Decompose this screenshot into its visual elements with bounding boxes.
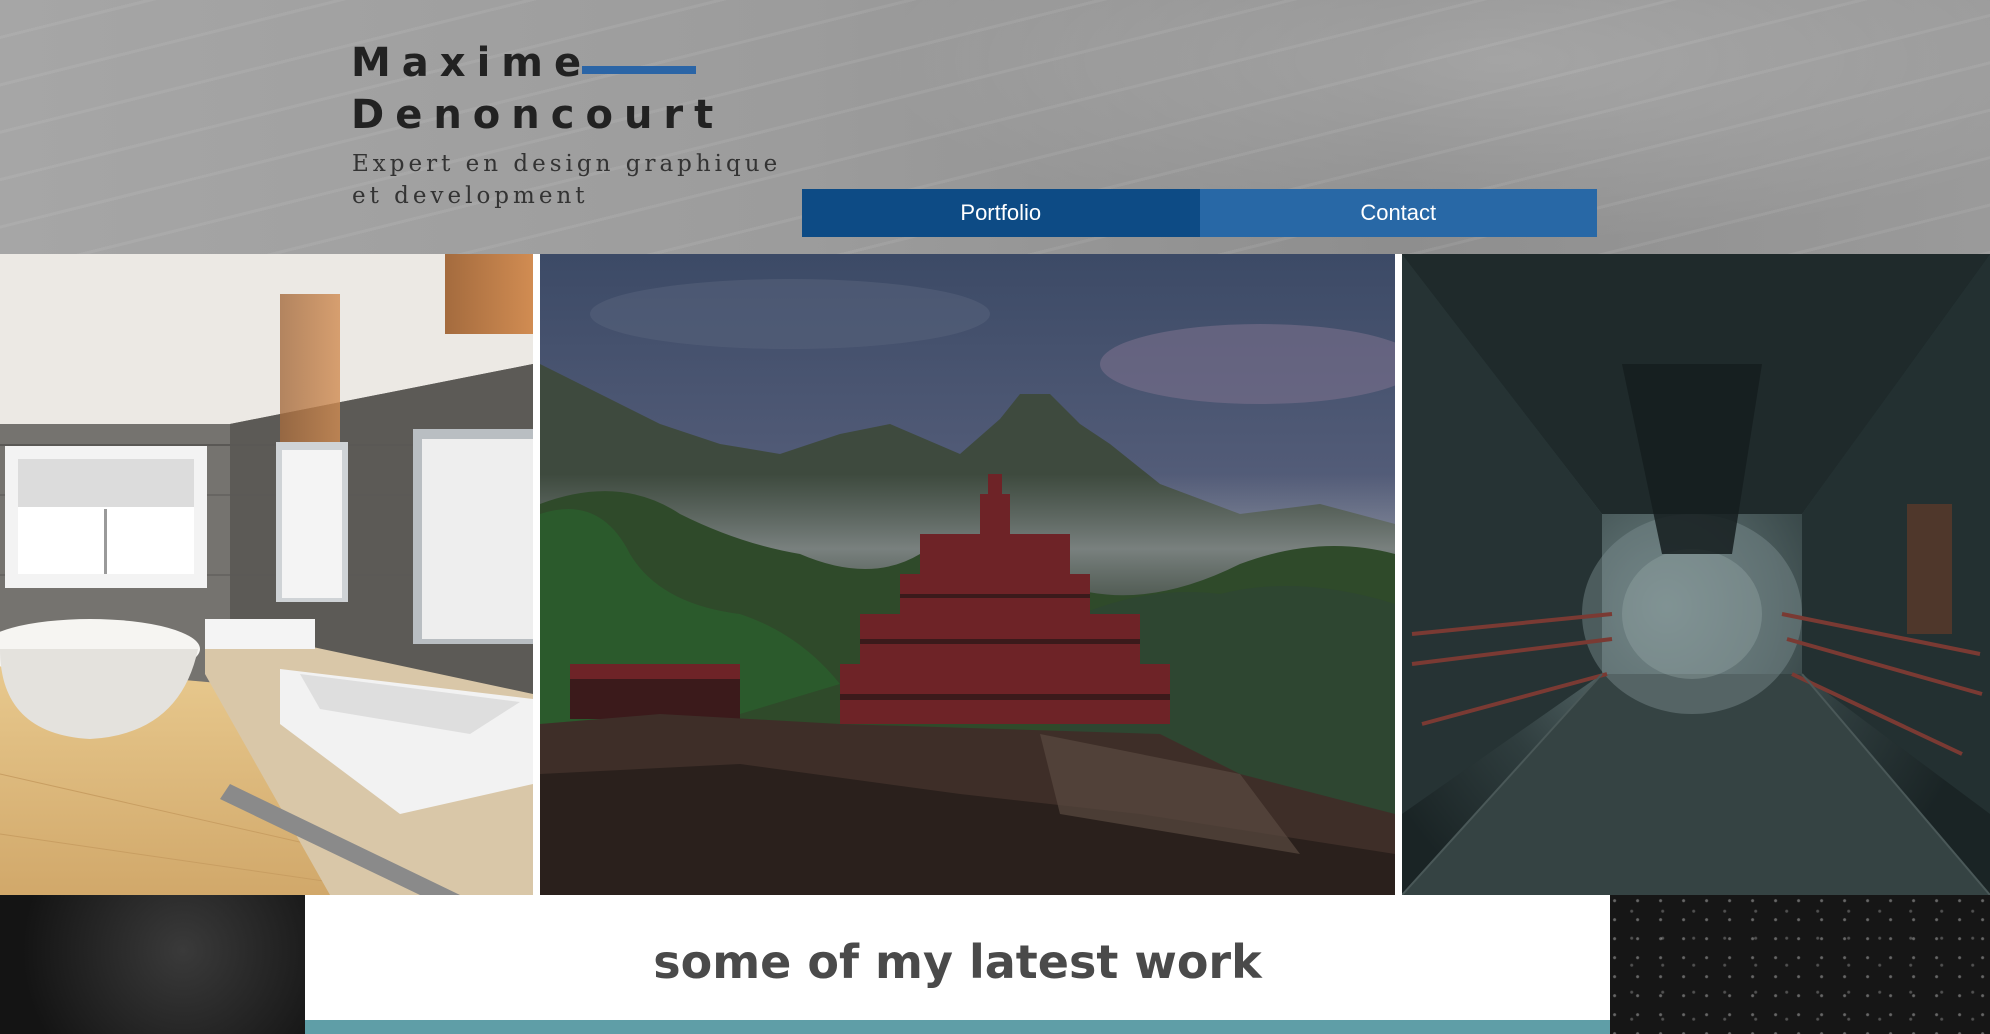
corridor-render-image — [1402, 254, 1990, 895]
gallery-image-corridor[interactable] — [1402, 254, 1990, 895]
site-tagline: Expert en design graphique et developmen… — [352, 151, 782, 209]
bathroom-render-image — [0, 254, 533, 895]
section-accent-rule — [305, 1020, 1610, 1034]
site-title-first-name: Maxime — [351, 40, 593, 86]
nav-item-portfolio[interactable]: Portfolio — [802, 189, 1200, 237]
section-heading: some of my latest work — [653, 935, 1262, 989]
main-nav: Portfolio Contact — [802, 189, 1597, 237]
title-accent-rule — [582, 66, 696, 74]
site-title-last-name: Denoncourt — [351, 92, 725, 138]
site-header: Maxime Denoncourt Expert en design graph… — [0, 0, 1990, 254]
gallery-image-bathroom[interactable] — [0, 254, 533, 895]
temple-render-image — [540, 254, 1395, 895]
decorative-texture-right — [1610, 895, 1990, 1034]
latest-work-section: some of my latest work — [305, 895, 1610, 1034]
portfolio-gallery — [0, 254, 1990, 895]
gallery-image-temple[interactable] — [540, 254, 1395, 895]
decorative-texture-left — [0, 895, 305, 1034]
nav-item-contact[interactable]: Contact — [1199, 189, 1597, 237]
